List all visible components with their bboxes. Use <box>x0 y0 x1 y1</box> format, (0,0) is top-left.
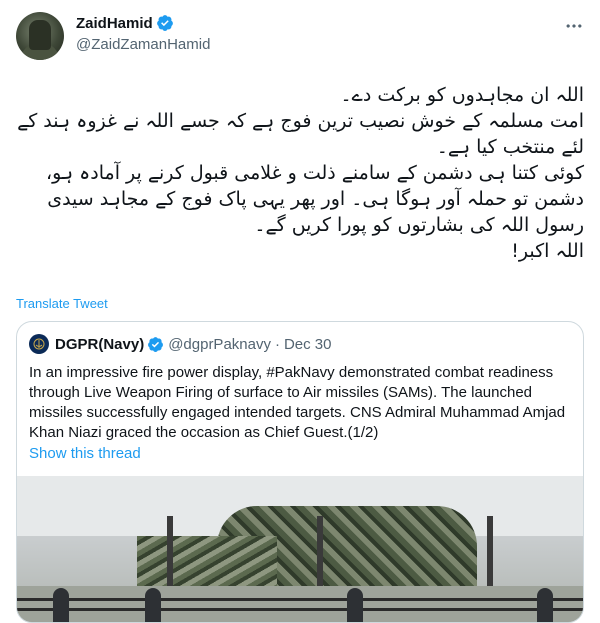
quoted-tweet-header: DGPR(Navy) @dgprPaknavy · Dec 30 <box>29 334 332 354</box>
tweet-body-line: امت مسلمہ کے خوش نصیب ترین فوج ہے کہ جسے… <box>17 110 584 158</box>
author-name-row: ZaidHamid <box>76 14 174 32</box>
author-display-name[interactable]: ZaidHamid <box>76 15 153 32</box>
quoted-tweet-text: In an impressive fire power display, #Pa… <box>29 364 566 441</box>
separator-dot: · <box>274 335 280 353</box>
tweet-header: ZaidHamid @ZaidZamanHamid <box>16 12 584 60</box>
translate-tweet-link[interactable]: Translate Tweet <box>16 296 108 311</box>
verified-badge-icon <box>156 15 173 31</box>
tweet-body-line: اللہ اکبر! <box>511 240 584 262</box>
show-thread-link[interactable]: Show this thread <box>29 445 141 462</box>
quoted-date: Dec 30 <box>283 335 332 353</box>
quoted-media-image[interactable] <box>17 476 583 622</box>
author-avatar[interactable] <box>16 12 64 60</box>
tweet-body: اللہ ان مجاہدوں کو برکت دے۔ امت مسلمہ کے… <box>16 82 584 264</box>
tweet-body-line: کوئی کتنا ہی دشمن کے سامنے ذلت و غلامی ق… <box>46 162 584 236</box>
tweet-body-line: اللہ ان مجاہدوں کو برکت دے۔ <box>340 84 584 106</box>
verified-badge-icon <box>148 336 164 352</box>
quoted-author-avatar <box>29 334 49 354</box>
quoted-author-name: DGPR(Navy) <box>55 335 145 353</box>
quoted-tweet[interactable]: DGPR(Navy) @dgprPaknavy · Dec 30 In an i… <box>16 321 584 623</box>
more-options-icon[interactable] <box>564 16 584 36</box>
navy-emblem-icon <box>33 338 45 350</box>
tweet: ZaidHamid @ZaidZamanHamid اللہ ان مجاہدو… <box>0 0 600 623</box>
author-handle[interactable]: @ZaidZamanHamid <box>76 36 210 53</box>
quoted-author-handle: @dgprPaknavy <box>168 335 271 353</box>
